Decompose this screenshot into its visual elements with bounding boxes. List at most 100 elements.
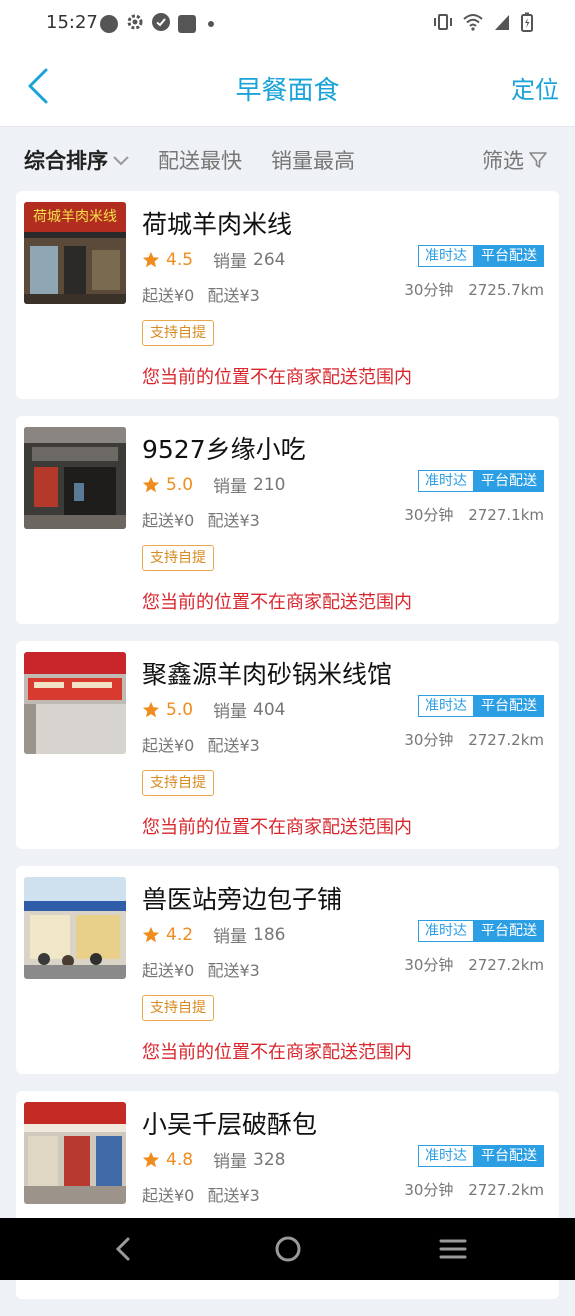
store-name: 小吴千层破酥包 [142,1110,318,1139]
store-rating: 5.0 销量 404 [142,697,286,722]
star-icon [142,251,160,267]
delivery-fee: 配送¥3 [207,286,260,305]
delivery-tags: 准时达 平台配送 [418,920,544,942]
delivery-fee: 配送¥3 [207,511,260,530]
filter-button[interactable]: 筛选 [482,145,548,175]
ontime-tag: 准时达 [418,695,474,717]
battery-charging-icon [521,12,533,36]
ontime-tag: 准时达 [418,470,474,492]
store-score: 4.2 [166,924,194,945]
time-distance: 30分钟 2727.2km [404,729,544,750]
ontime-tag: 准时达 [418,245,474,267]
store-sales: 404 [253,699,286,720]
store-thumbnail [24,877,126,979]
ontime-tag: 准时达 [418,1145,474,1167]
store-thumbnail [24,1102,126,1204]
store-name: 兽医站旁边包子铺 [142,885,343,914]
store-name: 9527乡缘小吃 [142,435,306,464]
store-name: 聚鑫源羊肉砂锅米线馆 [142,660,393,689]
store-card[interactable]: 荷城羊肉米线 荷城羊肉米线 4.5 销量 264 起送¥0 配送¥3 准时达 平… [16,191,559,399]
page-title: 早餐面食 [235,76,340,106]
platform-delivery-tag: 平台配送 [474,470,544,492]
store-sales-label: 销量 [213,1152,248,1172]
store-fees: 起送¥0 配送¥3 [142,1182,260,1206]
gear-icon [126,13,144,35]
ontime-tag: 准时达 [418,920,474,942]
wifi-icon [463,13,483,35]
pickup-badge: 支持自提 [142,320,214,346]
store-fees: 起送¥0 配送¥3 [142,507,260,531]
min-order: 起送¥0 [142,1186,195,1205]
filter-bar: 综合排序 配送最快 销量最高 筛选 [0,127,575,191]
pickup-badge: 支持自提 [142,545,214,571]
store-card[interactable]: 9527乡缘小吃 5.0 销量 210 起送¥0 配送¥3 准时达 平台配送 3… [16,416,559,624]
delivery-tags: 准时达 平台配送 [418,245,544,267]
out-of-range-warning: 您当前的位置不在商家配送范围内 [142,592,412,613]
store-card[interactable]: 聚鑫源羊肉砂锅米线馆 5.0 销量 404 起送¥0 配送¥3 准时达 平台配送… [16,641,559,849]
store-score: 5.0 [166,474,194,495]
store-card[interactable]: 兽医站旁边包子铺 4.2 销量 186 起送¥0 配送¥3 准时达 平台配送 3… [16,866,559,1074]
delivery-tags: 准时达 平台配送 [418,1145,544,1167]
dot-icon [208,21,214,27]
delivery-tags: 准时达 平台配送 [418,470,544,492]
signal-icon [493,13,511,35]
time-distance: 30分钟 2727.2km [404,1179,544,1200]
store-rating: 4.5 销量 264 [142,247,286,272]
chevron-down-icon [113,156,129,166]
delivery-time: 30分钟 [404,1181,454,1199]
star-icon [142,476,160,492]
store-fees: 起送¥0 配送¥3 [142,282,260,306]
store-rating: 4.2 销量 186 [142,922,286,947]
time-distance: 30分钟 2725.7km [404,279,544,300]
delivery-fee: 配送¥3 [207,1186,260,1205]
status-bar: 15:27 [0,0,575,48]
sort-dropdown[interactable]: 综合排序 [24,145,130,175]
sort-fastest-tab[interactable]: 配送最快 [158,145,242,175]
min-order: 起送¥0 [142,286,195,305]
mail-icon [178,15,196,33]
status-time: 15:27 [46,12,98,33]
vibrate-icon [433,13,453,35]
platform-delivery-tag: 平台配送 [474,1145,544,1167]
store-sales: 264 [253,249,286,270]
svg-text:荷城羊肉米线: 荷城羊肉米线 [33,209,117,225]
store-rating: 5.0 销量 210 [142,472,286,497]
nav-home-button[interactable] [272,1233,304,1269]
store-score: 4.5 [166,249,194,270]
store-list: 荷城羊肉米线 荷城羊肉米线 4.5 销量 264 起送¥0 配送¥3 准时达 平… [16,191,559,1316]
store-rating: 4.8 销量 328 [142,1147,286,1172]
out-of-range-warning: 您当前的位置不在商家配送范围内 [142,817,412,838]
distance: 2725.7km [468,281,544,299]
delivery-time: 30分钟 [404,506,454,524]
nav-recents-icon [439,1239,467,1259]
store-sales-label: 销量 [213,927,248,947]
store-thumbnail: 荷城羊肉米线 [24,202,126,304]
nav-recents-button[interactable] [438,1233,468,1269]
filter-label: 筛选 [482,149,524,173]
store-sales-label: 销量 [213,702,248,722]
status-right-icons [433,12,533,36]
star-icon [142,701,160,717]
delivery-tags: 准时达 平台配送 [418,695,544,717]
store-fees: 起送¥0 配送¥3 [142,732,260,756]
out-of-range-warning: 您当前的位置不在商家配送范围内 [142,367,412,388]
delivery-fee: 配送¥3 [207,736,260,755]
sort-sales-tab[interactable]: 销量最高 [271,145,355,175]
pickup-badge: 支持自提 [142,770,214,796]
store-sales-label: 销量 [213,252,248,272]
sort-sales-label: 销量最高 [271,149,355,173]
min-order: 起送¥0 [142,961,195,980]
delivery-time: 30分钟 [404,731,454,749]
store-thumbnail [24,652,126,754]
nav-back-button[interactable] [108,1233,138,1269]
locate-button[interactable]: 定位 [511,70,559,105]
platform-delivery-tag: 平台配送 [474,695,544,717]
nav-back-icon [115,1237,130,1261]
system-nav-bar [0,1218,575,1280]
distance: 2727.2km [468,956,544,974]
delivery-time: 30分钟 [404,956,454,974]
platform-delivery-tag: 平台配送 [474,920,544,942]
store-sales: 328 [253,1149,286,1170]
star-icon [142,1151,160,1167]
store-fees: 起送¥0 配送¥3 [142,957,260,981]
